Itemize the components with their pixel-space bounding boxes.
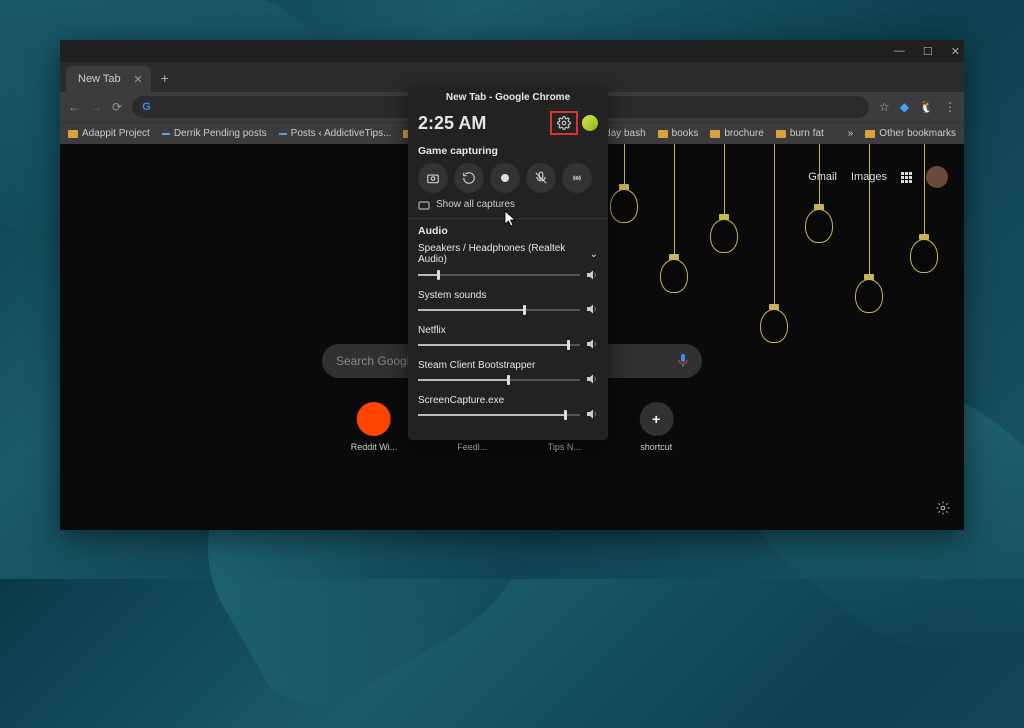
audio-section-title: Audio	[418, 225, 598, 237]
shortcut-tile[interactable]: Reddit Wi...	[351, 402, 398, 452]
audio-app-slider[interactable]	[418, 338, 598, 352]
captures-icon	[418, 200, 430, 210]
gamebar-overlay: New Tab - Google Chrome 2:25 AM Game cap…	[408, 86, 608, 440]
page-icon	[279, 133, 287, 135]
bookmarks-overflow[interactable]: »	[848, 128, 854, 139]
profile-avatar[interactable]	[926, 166, 948, 188]
bookmark-label: Other bookmarks	[879, 128, 956, 139]
folder-icon	[68, 130, 78, 138]
mic-icon[interactable]	[678, 354, 688, 368]
bookmark-item[interactable]: Derrik Pending posts	[162, 128, 267, 139]
volume-icon	[586, 409, 598, 422]
folder-icon	[776, 130, 786, 138]
bookmark-item[interactable]: Adappit Project	[68, 128, 150, 139]
gamebar-time: 2:25 AM	[418, 113, 486, 134]
mix-device-row[interactable]: Speakers / Headphones (Realtek Audio) ⌄	[418, 243, 598, 265]
maximize-button[interactable]: ☐	[923, 45, 933, 58]
titlebar: — ☐ ✕	[60, 40, 964, 62]
tab-close-icon[interactable]: ✕	[133, 73, 142, 86]
audio-app-slider[interactable]	[418, 408, 598, 422]
volume-icon	[586, 270, 598, 280]
folder-icon	[865, 130, 875, 138]
screenshot-button[interactable]	[418, 163, 448, 193]
page-icon	[162, 133, 170, 135]
capture-buttons	[418, 163, 598, 193]
shortcut-label: Feedl...	[457, 442, 487, 452]
shortcut-label: shortcut	[640, 442, 672, 452]
menu-icon[interactable]: ⋮	[944, 100, 956, 114]
shortcut-icon	[357, 402, 391, 436]
audio-app-slider[interactable]	[418, 373, 598, 387]
top-links: Gmail Images	[808, 166, 948, 188]
audio-app-label: Netflix	[418, 325, 598, 336]
audio-section: Audio Speakers / Headphones (Realtek Aud…	[408, 218, 608, 440]
profile-icon[interactable]: 🐧	[919, 100, 934, 114]
bookmark-label: Adappit Project	[82, 128, 150, 139]
chevron-down-icon: ⌄	[590, 249, 598, 260]
gamebar-header: 2:25 AM	[408, 107, 608, 141]
folder-icon	[658, 130, 668, 138]
customize-gear-icon[interactable]	[936, 501, 950, 520]
mic-toggle-button[interactable]	[526, 163, 556, 193]
volume-icon	[586, 374, 598, 387]
gamebar-title: New Tab - Google Chrome	[408, 86, 608, 107]
gamebar-settings-highlight	[550, 111, 578, 135]
extension-icon[interactable]: ◆	[900, 100, 909, 114]
bookmark-star-icon[interactable]: ☆	[879, 100, 890, 114]
record-button[interactable]	[490, 163, 520, 193]
forward-button[interactable]: →	[90, 100, 102, 114]
images-link[interactable]: Images	[851, 171, 887, 183]
back-button[interactable]: ←	[68, 100, 80, 114]
new-tab-button[interactable]: +	[161, 70, 169, 86]
xbox-icon[interactable]	[582, 115, 598, 131]
shortcut-label: Reddit Wi...	[351, 442, 398, 452]
tab-new-tab[interactable]: New Tab ✕	[66, 66, 151, 92]
close-button[interactable]: ✕	[951, 45, 960, 58]
folder-icon	[710, 130, 720, 138]
minimize-button[interactable]: —	[894, 45, 905, 57]
bookmark-item[interactable]: Posts ‹ AddictiveTips...	[279, 128, 392, 139]
bookmark-label: books	[672, 128, 699, 139]
show-all-captures-label: Show all captures	[436, 199, 515, 210]
show-all-captures-link[interactable]: Show all captures	[418, 199, 598, 210]
other-bookmarks[interactable]: Other bookmarks	[865, 128, 956, 139]
bookmark-label: Derrik Pending posts	[174, 128, 267, 139]
bookmark-label: brochure	[724, 128, 763, 139]
shortcut-icon: +	[639, 402, 673, 436]
volume-icon	[586, 339, 598, 352]
audio-app-slider[interactable]	[418, 303, 598, 317]
broadcast-button[interactable]	[562, 163, 592, 193]
tab-title: New Tab	[78, 73, 121, 85]
audio-app-label: ScreenCapture.exe	[418, 395, 598, 406]
bookmark-label: burn fat	[790, 128, 824, 139]
master-volume-slider[interactable]	[418, 268, 598, 282]
bookmark-item[interactable]: brochure	[710, 128, 763, 139]
bookmark-item[interactable]: books	[658, 128, 699, 139]
capture-section: Game capturing Show all captures	[408, 141, 608, 218]
mix-device-label: Speakers / Headphones (Realtek Audio)	[418, 243, 590, 265]
shortcut-label: Tips N...	[548, 442, 581, 452]
volume-icon	[586, 304, 598, 317]
audio-app-label: System sounds	[418, 290, 598, 301]
google-g-icon: G	[142, 101, 151, 113]
reload-button[interactable]: ⟳	[112, 100, 122, 114]
shortcut-tile[interactable]: + shortcut	[639, 402, 673, 452]
audio-app-label: Steam Client Bootstrapper	[418, 360, 598, 371]
bookmark-label: Posts ‹ AddictiveTips...	[291, 128, 392, 139]
gear-icon[interactable]	[557, 116, 571, 130]
record-last-button[interactable]	[454, 163, 484, 193]
gmail-link[interactable]: Gmail	[808, 171, 837, 183]
apps-grid-icon[interactable]	[901, 172, 912, 183]
bookmark-item[interactable]: burn fat	[776, 128, 824, 139]
capture-section-title: Game capturing	[418, 145, 598, 157]
